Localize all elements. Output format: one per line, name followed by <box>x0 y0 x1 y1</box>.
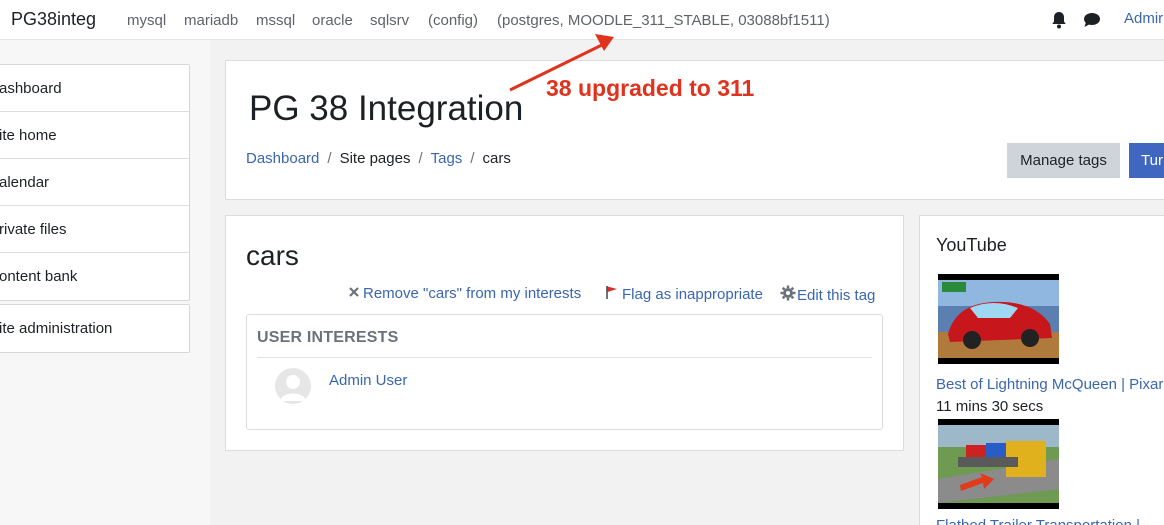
tag-title: cars <box>246 240 299 271</box>
sidebar-item-label: ite home <box>0 127 57 144</box>
sidebar-item-label: alendar <box>0 174 50 191</box>
manage-tags-button[interactable]: Manage tags <box>1007 143 1120 178</box>
nav-link-mssql[interactable]: mssql <box>256 12 295 29</box>
flag-inappropriate-link[interactable]: Flag as inappropriate <box>605 285 763 304</box>
breadcrumb-dashboard[interactable]: Dashboard <box>246 150 319 167</box>
sidebar-item-private-files[interactable]: rivate files <box>0 206 189 253</box>
video-thumbnail[interactable] <box>938 419 1059 509</box>
sidebar-item-label: ashboard <box>0 80 62 97</box>
avatar[interactable] <box>275 368 311 404</box>
nav-drawer-admin: ite administration <box>0 304 190 353</box>
turn-editing-on-button[interactable]: Tur <box>1129 143 1164 178</box>
nav-drawer: ashboard ite home alendar rivate files o… <box>0 40 210 525</box>
sidebar-item-label: ite administration <box>0 320 113 337</box>
bell-icon[interactable] <box>1051 11 1067 29</box>
chat-icon[interactable] <box>1083 12 1101 28</box>
sidebar-item-label: ontent bank <box>0 268 78 285</box>
video-link[interactable]: Best of Lightning McQueen | Pixar <box>936 376 1163 393</box>
breadcrumb-separator: / <box>470 150 475 167</box>
remove-interest-label: Remove "cars" from my interests <box>363 285 582 302</box>
remove-interest-link[interactable]: Remove "cars" from my interests <box>348 285 581 302</box>
nav-link-mysql[interactable]: mysql <box>127 12 166 29</box>
edit-tag-link[interactable]: Edit this tag <box>780 285 875 305</box>
environment-info: (postgres, MOODLE_311_STABLE, 03088bf151… <box>497 12 830 29</box>
flag-inappropriate-label: Flag as inappropriate <box>622 286 763 303</box>
sidebar-item-calendar[interactable]: alendar <box>0 159 189 206</box>
divider <box>257 357 872 358</box>
nav-link-oracle[interactable]: oracle <box>312 12 353 29</box>
site-brand-link[interactable]: PG38integ <box>11 9 96 30</box>
breadcrumb-current: cars <box>482 150 511 167</box>
nav-link-sqlsrv[interactable]: sqlsrv <box>370 12 409 29</box>
video-duration: 11 mins 30 secs <box>936 398 1044 415</box>
user-link[interactable]: Admin User <box>329 372 407 389</box>
page-title: PG 38 Integration <box>249 89 524 128</box>
sidebar-item-label: rivate files <box>0 221 67 238</box>
nav-drawer-main: ashboard ite home alendar rivate files o… <box>0 64 190 301</box>
gear-icon <box>780 285 796 305</box>
breadcrumb: Dashboard / Site pages / Tags / cars <box>246 150 511 167</box>
close-icon <box>348 285 360 302</box>
user-menu-link[interactable]: Admir <box>1124 10 1163 27</box>
edit-tag-label: Edit this tag <box>797 286 876 304</box>
video-thumbnail[interactable] <box>938 274 1059 364</box>
sidebar-item-site-administration[interactable]: ite administration <box>0 305 189 352</box>
sidebar-item-dashboard[interactable]: ashboard <box>0 65 189 112</box>
breadcrumb-separator: / <box>327 150 332 167</box>
youtube-block-title: YouTube <box>936 235 1007 255</box>
user-interests-heading: USER INTERESTS <box>257 329 399 346</box>
breadcrumb-tags[interactable]: Tags <box>431 150 463 167</box>
nav-link-mariadb[interactable]: mariadb <box>184 12 238 29</box>
flag-icon <box>605 285 619 304</box>
breadcrumb-separator: / <box>418 150 423 167</box>
video-link[interactable]: Flatbed Trailer Transportation | <box>936 517 1140 525</box>
breadcrumb-site-pages: Site pages <box>339 150 411 167</box>
sidebar-item-site-home[interactable]: ite home <box>0 112 189 159</box>
annotation-text: 38 upgraded to 311 <box>546 75 755 101</box>
nav-link-config[interactable]: (config) <box>428 12 478 29</box>
sidebar-item-content-bank[interactable]: ontent bank <box>0 253 189 300</box>
